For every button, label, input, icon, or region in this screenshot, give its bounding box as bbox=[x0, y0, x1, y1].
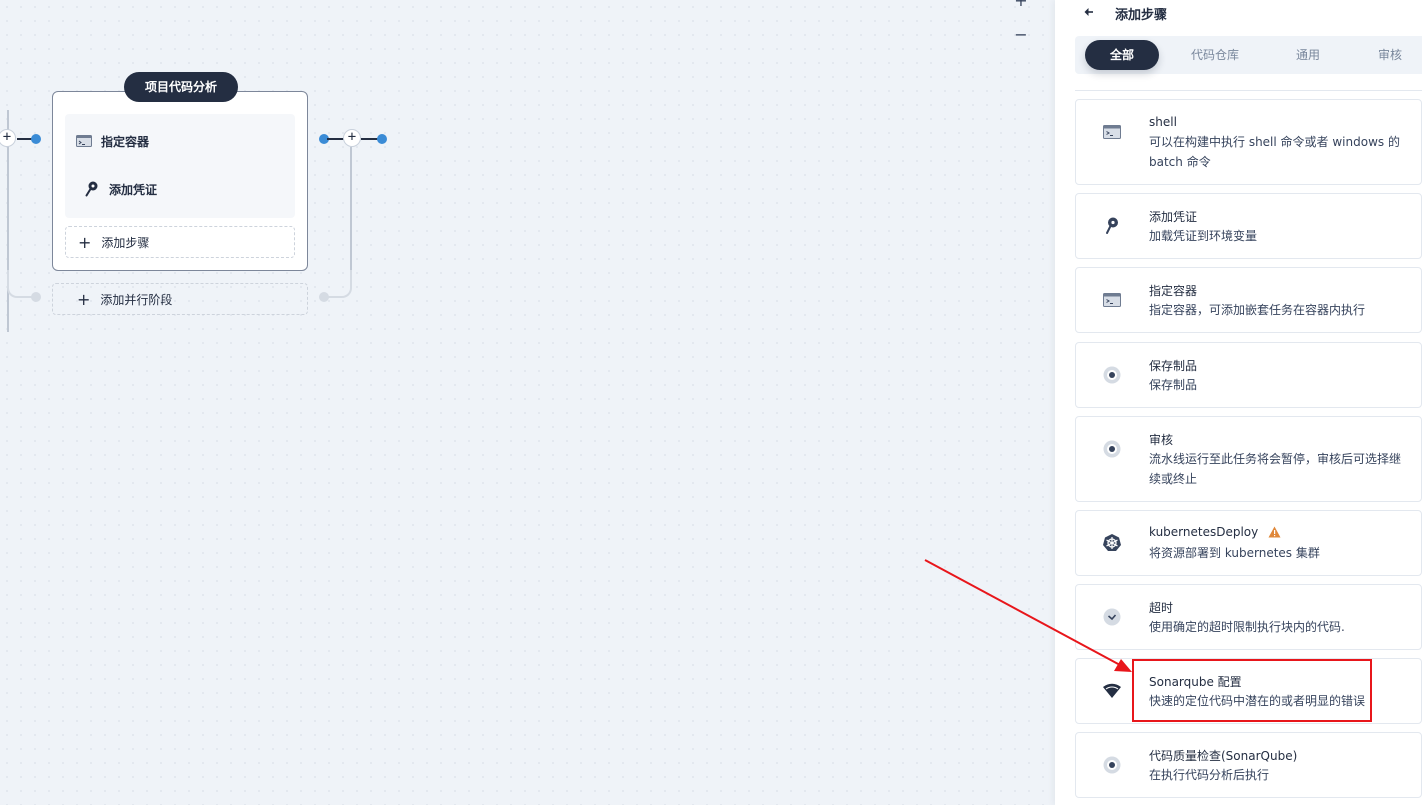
step-item-container[interactable]: 指定容器 bbox=[75, 130, 149, 152]
step-card-credential[interactable]: 添加凭证 加载凭证到环境变量 bbox=[1075, 193, 1422, 259]
zoom-in-button[interactable]: + bbox=[1012, 0, 1030, 10]
step-card-desc: 使用确定的超时限制执行块内的代码. bbox=[1149, 620, 1345, 634]
step-card-desc: 加载凭证到环境变量 bbox=[1149, 229, 1258, 243]
category-tabs: 全部 代码仓库 通用 审核 bbox=[1075, 36, 1422, 74]
step-card-kubernetes-deploy[interactable]: kubernetesDeploy 将资源部署到 kubernetes 集群 bbox=[1075, 510, 1422, 576]
circle-dot-icon bbox=[1102, 755, 1122, 775]
tab-review[interactable]: 审核 bbox=[1363, 40, 1417, 70]
add-parallel-label: 添加并行阶段 bbox=[100, 292, 173, 307]
step-card-desc: 将资源部署到 kubernetes 集群 bbox=[1149, 546, 1320, 560]
clock-icon bbox=[1102, 607, 1122, 627]
step-card-container[interactable]: 指定容器 指定容器，可添加嵌套任务在容器内执行 bbox=[1075, 267, 1422, 333]
step-label: 添加凭证 bbox=[109, 182, 158, 197]
step-card-name: 保存制品 bbox=[1149, 359, 1198, 373]
panel-header: 添加步骤 bbox=[1083, 0, 1167, 26]
next-stage-dot bbox=[377, 134, 387, 144]
step-card-archive-artifacts[interactable]: 保存制品 保存制品 bbox=[1075, 342, 1422, 408]
step-card-review[interactable]: 审核 流水线运行至此任务将会暂停，审核后可选择继续或终止 bbox=[1075, 416, 1422, 502]
step-card-timeout[interactable]: 超时 使用确定的超时限制执行块内的代码. bbox=[1075, 584, 1422, 650]
tab-code-repo[interactable]: 代码仓库 bbox=[1179, 40, 1251, 70]
add-step-label: 添加步骤 bbox=[101, 235, 150, 250]
tab-all[interactable]: 全部 bbox=[1085, 40, 1159, 70]
step-item-credential[interactable]: 添加凭证 bbox=[83, 178, 157, 200]
terminal-icon bbox=[1102, 122, 1122, 142]
pipeline-canvas: + − + + 项目代码分析 指定容器 添加凭证 + 添加步骤 + 添加并行阶段 bbox=[0, 0, 1055, 805]
step-card-desc: 可以在构建中执行 shell 命令或者 windows 的 batch 命令 bbox=[1149, 135, 1400, 169]
step-card-name: Sonarqube 配置 bbox=[1149, 675, 1242, 689]
circle-dot-icon bbox=[1102, 365, 1122, 385]
panel-title: 添加步骤 bbox=[1115, 7, 1168, 23]
back-icon[interactable] bbox=[1083, 6, 1103, 21]
step-card-desc: 指定容器，可添加嵌套任务在容器内执行 bbox=[1149, 303, 1366, 317]
key-icon bbox=[83, 181, 101, 197]
circle-dot-icon bbox=[1102, 439, 1122, 459]
zoom-out-button[interactable]: − bbox=[1012, 26, 1030, 44]
step-card-shell[interactable]: shell 可以在构建中执行 shell 命令或者 windows 的 batc… bbox=[1075, 99, 1422, 185]
sonarqube-icon bbox=[1102, 681, 1122, 701]
step-card-sonarqube-quality-gate[interactable]: 代码质量检查(SonarQube) 在执行代码分析后执行 bbox=[1075, 732, 1422, 798]
parallel-output-dot bbox=[319, 292, 329, 302]
stage-input-dot bbox=[31, 134, 41, 144]
stage-card[interactable]: 指定容器 添加凭证 + 添加步骤 bbox=[52, 91, 308, 271]
add-parallel-stage-button[interactable]: + 添加并行阶段 bbox=[52, 283, 308, 315]
add-stage-right-button[interactable]: + bbox=[343, 129, 361, 147]
tab-general[interactable]: 通用 bbox=[1281, 40, 1335, 70]
add-stage-left-button[interactable]: + bbox=[0, 129, 16, 147]
warning-icon bbox=[1268, 526, 1281, 538]
add-step-button[interactable]: + 添加步骤 bbox=[65, 226, 295, 258]
step-card-name: 审核 bbox=[1149, 433, 1174, 447]
plus-icon: + bbox=[77, 289, 91, 309]
terminal-icon bbox=[75, 133, 93, 149]
stage-steps-list: 指定容器 添加凭证 bbox=[65, 114, 295, 218]
step-card-name: shell bbox=[1149, 115, 1177, 129]
key-icon bbox=[1102, 216, 1122, 236]
step-card-desc: 快速的定位代码中潜在的或者明显的错误 bbox=[1149, 694, 1366, 708]
right-vertical-line bbox=[350, 147, 352, 277]
step-card-desc: 流水线运行至此任务将会暂停，审核后可选择继续或终止 bbox=[1149, 452, 1402, 486]
terminal-icon bbox=[1102, 290, 1122, 310]
step-card-name: 添加凭证 bbox=[1149, 210, 1198, 224]
step-card-name: 超时 bbox=[1149, 601, 1174, 615]
step-card-name: kubernetesDeploy bbox=[1149, 525, 1281, 539]
stage-title[interactable]: 项目代码分析 bbox=[124, 72, 238, 102]
step-card-name-text: kubernetesDeploy bbox=[1149, 525, 1259, 539]
plus-icon: + bbox=[78, 232, 92, 252]
divider bbox=[1075, 90, 1422, 91]
step-card-sonarqube-config[interactable]: Sonarqube 配置 快速的定位代码中潜在的或者明显的错误 bbox=[1075, 658, 1422, 724]
step-card-name: 指定容器 bbox=[1149, 284, 1198, 298]
add-step-panel: 添加步骤 全部 代码仓库 通用 审核 shell 可以在构建中执行 shell … bbox=[1055, 0, 1422, 805]
step-card-desc: 在执行代码分析后执行 bbox=[1149, 768, 1270, 782]
kubernetes-icon bbox=[1102, 533, 1122, 553]
step-card-name: 代码质量检查(SonarQube) bbox=[1149, 749, 1298, 763]
step-card-desc: 保存制品 bbox=[1149, 378, 1198, 392]
step-label: 指定容器 bbox=[101, 134, 150, 149]
parallel-input-dot bbox=[31, 292, 41, 302]
